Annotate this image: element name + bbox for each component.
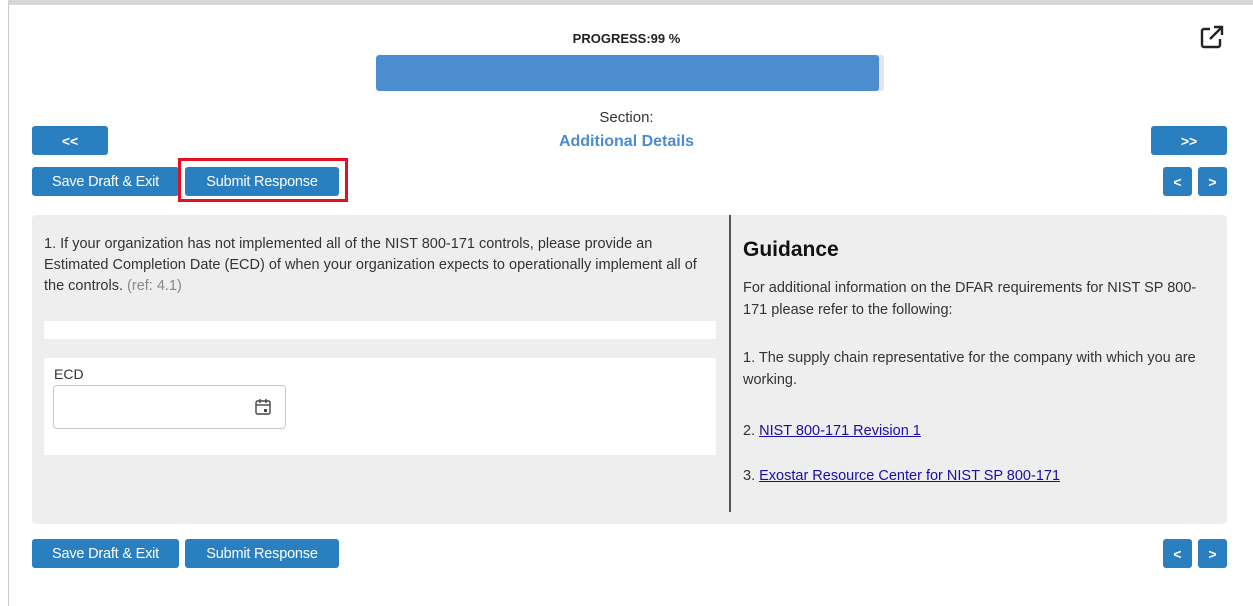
nist-800-171-rev1-link[interactable]: NIST 800-171 Revision 1 — [759, 423, 921, 439]
exostar-resource-center-link[interactable]: Exostar Resource Center for NIST SP 800-… — [759, 468, 1060, 484]
next-question-button-top[interactable]: > — [1198, 167, 1227, 196]
question-separator — [44, 321, 716, 339]
external-link-icon[interactable] — [1199, 24, 1225, 50]
guidance-item-2: 2. NIST 800-171 Revision 1 — [743, 420, 1213, 442]
section-label: Section: — [599, 109, 654, 126]
prev-question-button-top[interactable]: < — [1163, 167, 1192, 196]
panel-divider — [729, 215, 731, 512]
ecd-date-input[interactable] — [53, 385, 286, 429]
guidance-item-3-prefix: 3. — [743, 468, 760, 484]
guidance-item-2-prefix: 2. — [743, 423, 760, 439]
last-section-button[interactable]: >> — [1151, 126, 1227, 155]
save-draft-exit-button-bottom[interactable]: Save Draft & Exit — [32, 539, 179, 568]
progress-label: PROGRESS:99 % — [572, 31, 681, 46]
question-text: 1. If your organization has not implemen… — [44, 234, 720, 297]
save-draft-exit-button-top[interactable]: Save Draft & Exit — [32, 167, 179, 196]
progress-bar — [376, 55, 884, 91]
prev-question-button-bottom[interactable]: < — [1163, 539, 1192, 568]
progress-fill — [376, 55, 879, 91]
guidance-title: Guidance — [743, 238, 839, 261]
guidance-item-1: 1. The supply chain representative for t… — [743, 350, 1196, 388]
question-ref: (ref: 4.1) — [127, 278, 182, 294]
calendar-icon[interactable] — [254, 398, 272, 416]
ecd-label: ECD — [54, 366, 84, 382]
section-name: Additional Details — [558, 133, 695, 150]
submit-highlight-box — [178, 158, 348, 202]
guidance-item-3: 3. Exostar Resource Center for NIST SP 8… — [743, 465, 1213, 487]
next-question-button-bottom[interactable]: > — [1198, 539, 1227, 568]
guidance-intro: For additional information on the DFAR r… — [743, 280, 1197, 318]
first-section-button[interactable]: << — [32, 126, 108, 155]
submit-response-button-bottom[interactable]: Submit Response — [185, 539, 339, 568]
